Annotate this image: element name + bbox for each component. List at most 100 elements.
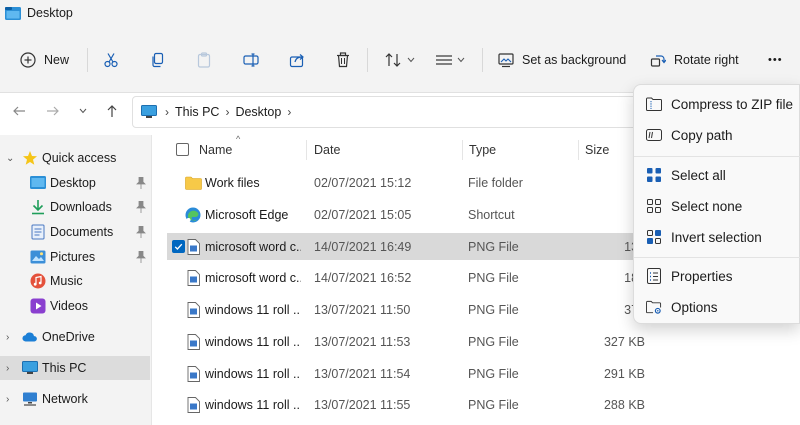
menu-item-select-all[interactable]: Select all [634, 161, 800, 189]
file-date: 13/07/2021 11:53 [314, 334, 411, 349]
rename-button[interactable] [243, 46, 259, 74]
folder-desktop-icon [5, 6, 21, 20]
scissors-icon [104, 53, 118, 68]
rename-icon [243, 53, 259, 67]
column-separator[interactable] [578, 140, 579, 160]
menu-separator [634, 257, 800, 258]
rotate-right-label: Rotate right [674, 53, 739, 67]
file-type: PNG File [468, 302, 519, 317]
sidebar-item-downloads[interactable]: Downloads [0, 195, 150, 219]
view-button[interactable] [435, 46, 465, 74]
column-header-type[interactable]: Type [469, 140, 496, 160]
pin-icon[interactable] [136, 177, 146, 189]
videos-icon [30, 298, 46, 314]
chevron-right-icon[interactable]: › [6, 332, 16, 343]
delete-button[interactable] [335, 46, 351, 74]
see-more-button[interactable]: ••• [768, 46, 783, 74]
zip-folder-icon [646, 96, 662, 112]
breadcrumb-this-pc[interactable]: This PC [175, 105, 219, 119]
table-row[interactable]: Work files 02/07/2021 15:12 File folder [167, 169, 651, 196]
select-all-checkbox[interactable] [176, 143, 189, 156]
address-bar[interactable]: › This PC › Desktop › [132, 96, 652, 128]
column-header-size[interactable]: Size [585, 140, 609, 160]
sort-button[interactable] [385, 46, 415, 74]
share-button[interactable] [289, 46, 305, 74]
menu-separator [634, 156, 800, 157]
music-icon [30, 273, 46, 289]
back-button[interactable] [8, 100, 30, 122]
menu-item-options[interactable]: Options [634, 293, 800, 321]
menu-item-properties[interactable]: Properties [634, 262, 800, 290]
monitor-icon [22, 360, 38, 376]
trash-icon [337, 52, 349, 68]
file-date: 02/07/2021 15:05 [314, 207, 412, 222]
chevron-down-icon[interactable]: ⌄ [6, 153, 16, 164]
png-file-icon [184, 365, 202, 383]
table-row[interactable]: windows 11 roll ... 13/07/2021 11:50 PNG… [167, 296, 651, 323]
toolbar-separator [482, 48, 483, 72]
column-header-name[interactable]: Name [199, 140, 232, 160]
breadcrumb-desktop[interactable]: Desktop [235, 105, 281, 119]
file-date: 13/07/2021 11:54 [314, 366, 411, 381]
recent-locations-button[interactable] [72, 100, 94, 122]
column-separator[interactable] [462, 140, 463, 160]
sidebar-item-label: This PC [42, 361, 87, 375]
sidebar-item-videos[interactable]: Videos [0, 294, 150, 318]
sidebar-item-documents[interactable]: Documents [0, 220, 150, 244]
menu-item-invert-selection[interactable]: Invert selection [634, 223, 800, 251]
sidebar-item-network[interactable]: › Network [0, 387, 150, 411]
table-row[interactable]: microsoft word c... 14/07/2021 16:49 PNG… [167, 233, 651, 260]
new-button[interactable]: New [20, 46, 69, 74]
file-type: PNG File [468, 366, 519, 381]
download-arrow-icon [30, 199, 46, 215]
sidebar-item-this-pc[interactable]: › This PC [0, 356, 150, 380]
chevron-right-icon[interactable]: › [6, 394, 16, 405]
sidebar-item-label: Quick access [42, 151, 117, 165]
table-row[interactable]: windows 11 roll ... 13/07/2021 11:53 PNG… [167, 328, 651, 355]
table-row[interactable]: windows 11 roll ... 13/07/2021 11:55 PNG… [167, 391, 651, 418]
copy-path-icon [646, 127, 662, 143]
table-row[interactable]: microsoft word c... 14/07/2021 16:52 PNG… [167, 264, 651, 291]
file-type: PNG File [468, 270, 519, 285]
copy-button[interactable] [150, 46, 166, 74]
select-none-icon [646, 198, 662, 214]
menu-item-label: Copy path [671, 127, 733, 143]
sidebar-item-desktop[interactable]: Desktop [0, 171, 150, 195]
menu-item-compress-zip[interactable]: Compress to ZIP file [634, 90, 800, 118]
up-button[interactable] [101, 100, 123, 122]
sidebar-item-quick-access[interactable]: ⌄ Quick access [0, 146, 150, 170]
menu-item-label: Invert selection [671, 229, 762, 245]
cut-button[interactable] [103, 46, 119, 74]
sidebar-item-onedrive[interactable]: › OneDrive [0, 325, 150, 349]
sidebar-item-label: OneDrive [42, 330, 95, 344]
set-as-background-button[interactable]: Set as background [498, 46, 626, 74]
file-date: 14/07/2021 16:52 [314, 270, 412, 285]
table-row[interactable]: windows 11 roll ... 13/07/2021 11:54 PNG… [167, 360, 651, 387]
rotate-right-button[interactable]: Rotate right [650, 46, 739, 74]
column-header-date[interactable]: Date [314, 140, 340, 160]
pictures-icon [30, 249, 46, 265]
pin-icon[interactable] [136, 251, 146, 263]
select-all-icon [646, 167, 662, 183]
edge-icon [184, 206, 202, 224]
forward-button[interactable] [42, 100, 64, 122]
paste-button[interactable] [196, 46, 212, 74]
sort-arrows-icon [385, 53, 401, 67]
pin-icon[interactable] [136, 201, 146, 213]
new-label: New [44, 53, 70, 67]
chevron-right-icon[interactable]: › [6, 363, 16, 374]
table-row[interactable]: Microsoft Edge 02/07/2021 15:05 Shortcut… [167, 201, 651, 228]
sidebar-item-label: Desktop [50, 176, 96, 190]
pin-icon[interactable] [136, 226, 146, 238]
sidebar-item-pictures[interactable]: Pictures [0, 245, 150, 269]
invert-selection-icon [646, 229, 662, 245]
menu-item-label: Properties [671, 268, 733, 284]
image-background-icon [498, 53, 514, 68]
desktop-folder-icon [30, 175, 46, 191]
menu-item-copy-path[interactable]: Copy path [634, 121, 800, 149]
breadcrumb-chevron-icon: › [287, 105, 292, 119]
sidebar-item-music[interactable]: Music [0, 269, 150, 293]
menu-item-select-none[interactable]: Select none [634, 192, 800, 220]
title-bar: Desktop [0, 0, 800, 26]
column-separator[interactable] [306, 140, 307, 160]
